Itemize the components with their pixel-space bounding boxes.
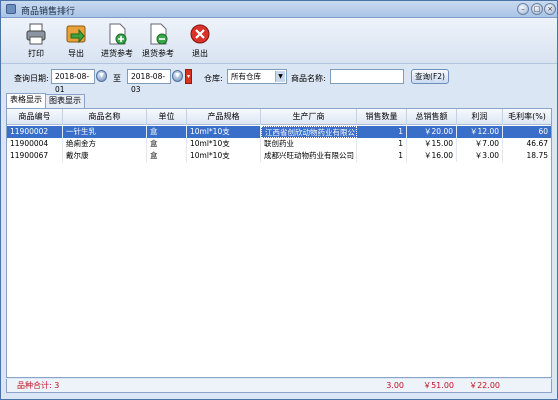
cell-total: ￥20.00 — [407, 126, 457, 138]
export-label: 导出 — [68, 49, 84, 58]
date-from-input[interactable]: 2018-08-01 — [51, 69, 95, 94]
main-window: 商品销售排行 – □ × 打印 导出 进货参考 退货参考 退出 查询日期: 20… — [0, 0, 558, 400]
variety-count: 品种合计: 3 — [17, 381, 60, 390]
cell-total: ￥16.00 — [407, 150, 457, 162]
cell-profit: ￥7.00 — [457, 138, 503, 150]
close-window-button[interactable]: × — [544, 3, 556, 15]
warehouse-value: 所有仓库 — [231, 72, 261, 81]
table-row[interactable]: 11900004 绝痢金方 盒 10ml*10支 联创药业 1 ￥15.00 ￥… — [7, 138, 551, 150]
print-label: 打印 — [28, 49, 44, 58]
table-row[interactable]: 11900002 一针生乳 盒 10ml*10支 江西省创欣动物药业有限公司 1… — [7, 126, 551, 138]
table-row[interactable]: 11900067 戴尔康 盒 10ml*10支 成都兴旺动物药业有限公司 1 ￥… — [7, 150, 551, 162]
toolbar: 打印 导出 进货参考 退货参考 退出 — [1, 18, 557, 64]
date-to-picker-icon[interactable]: ▼ — [172, 70, 183, 82]
cell-qty: 1 — [357, 126, 407, 138]
cell-spec: 10ml*10支 — [187, 150, 261, 162]
tab-chart-view[interactable]: 图表显示 — [45, 94, 85, 108]
cell-unit: 盒 — [147, 138, 187, 150]
table-header: 商品编号 商品名称 单位 产品规格 生产厂商 销售数量 总销售额 利润 毛利率(… — [7, 109, 551, 125]
print-button[interactable]: 打印 — [23, 22, 49, 59]
warehouse-select[interactable]: 所有仓库 ▼ — [227, 69, 287, 84]
cell-profit: ￥12.00 — [457, 126, 503, 138]
printer-icon — [26, 23, 46, 45]
app-icon — [6, 4, 16, 14]
minimize-button[interactable]: – — [517, 3, 529, 15]
maximize-button[interactable]: □ — [531, 3, 543, 15]
title-bar: 商品销售排行 – □ × — [1, 1, 557, 18]
cell-name: 一针生乳 — [63, 126, 147, 138]
column-header[interactable]: 总销售额 — [407, 109, 457, 125]
column-header[interactable]: 利润 — [457, 109, 503, 125]
cell-code: 11900067 — [7, 150, 63, 162]
cell-qty: 1 — [357, 150, 407, 162]
remove-document-icon — [150, 23, 168, 45]
return-reference-label: 退货参考 — [142, 49, 174, 58]
tab-table-view[interactable]: 表格显示 — [6, 93, 46, 108]
cell-unit: 盒 — [147, 126, 187, 138]
export-button[interactable]: 导出 — [63, 22, 89, 59]
date-from-picker-icon[interactable]: ▼ — [96, 70, 107, 82]
product-name-input[interactable] — [330, 69, 404, 84]
return-reference-button[interactable]: 退货参考 — [140, 22, 176, 59]
cell-margin: 60 — [538, 127, 548, 136]
column-header[interactable]: 商品编号 — [7, 109, 63, 125]
date-label: 查询日期: — [14, 74, 49, 83]
cell-maker: 成都兴旺动物药业有限公司 — [261, 150, 357, 162]
window-title: 商品销售排行 — [21, 7, 76, 17]
warehouse-label: 仓库: — [204, 74, 223, 83]
cell-profit: ￥3.00 — [457, 150, 503, 162]
export-icon — [66, 25, 86, 44]
cell-code: 11900004 — [7, 138, 63, 150]
cell-spec: 10ml*10支 — [187, 138, 261, 150]
cell-margin: 18.75 — [526, 151, 548, 160]
qty-total: 3.00 — [386, 381, 404, 390]
cell-unit: 盒 — [147, 150, 187, 162]
product-label: 商品名称: — [291, 74, 326, 83]
filter-bar: 查询日期: 2018-08-01 ▼ 至 2018-08-03 ▼ ▾ 仓库: … — [1, 65, 557, 94]
exit-label: 退出 — [192, 49, 208, 58]
totals-bar: 品种合计: 3 3.00 ￥51.00 ￥22.00 — [6, 379, 552, 393]
column-header[interactable]: 生产厂商 — [261, 109, 357, 125]
cell-maker: 联创药业 — [261, 138, 357, 150]
cell-spec: 10ml*10支 — [187, 126, 261, 138]
cell-code: 11900002 — [7, 126, 63, 138]
cell-name: 戴尔康 — [63, 150, 147, 162]
cell-maker: 江西省创欣动物药业有限公司 — [261, 126, 357, 138]
date-options-button[interactable]: ▾ — [185, 69, 192, 84]
to-label: 至 — [113, 74, 121, 83]
cell-name: 绝痢金方 — [63, 138, 147, 150]
query-button[interactable]: 查询(F2) — [411, 69, 449, 84]
sales-total: ￥51.00 — [423, 381, 454, 390]
column-header[interactable]: 销售数量 — [357, 109, 407, 125]
add-document-icon — [109, 23, 127, 45]
sales-ranking-table: 商品编号 商品名称 单位 产品规格 生产厂商 销售数量 总销售额 利润 毛利率(… — [6, 108, 552, 378]
close-icon — [190, 24, 210, 44]
profit-total: ￥22.00 — [469, 381, 500, 390]
cell-total: ￥15.00 — [407, 138, 457, 150]
purchase-reference-button[interactable]: 进货参考 — [99, 22, 135, 59]
cell-margin: 46.67 — [526, 139, 548, 148]
chevron-down-icon[interactable]: ▼ — [275, 71, 285, 82]
exit-button[interactable]: 退出 — [187, 22, 213, 59]
date-to-input[interactable]: 2018-08-03 — [127, 69, 171, 94]
column-header[interactable]: 商品名称 — [63, 109, 147, 125]
purchase-reference-label: 进货参考 — [101, 49, 133, 58]
column-header[interactable]: 毛利率(%) — [503, 109, 551, 125]
column-header[interactable]: 单位 — [147, 109, 187, 125]
cell-qty: 1 — [357, 138, 407, 150]
column-header[interactable]: 产品规格 — [187, 109, 261, 125]
